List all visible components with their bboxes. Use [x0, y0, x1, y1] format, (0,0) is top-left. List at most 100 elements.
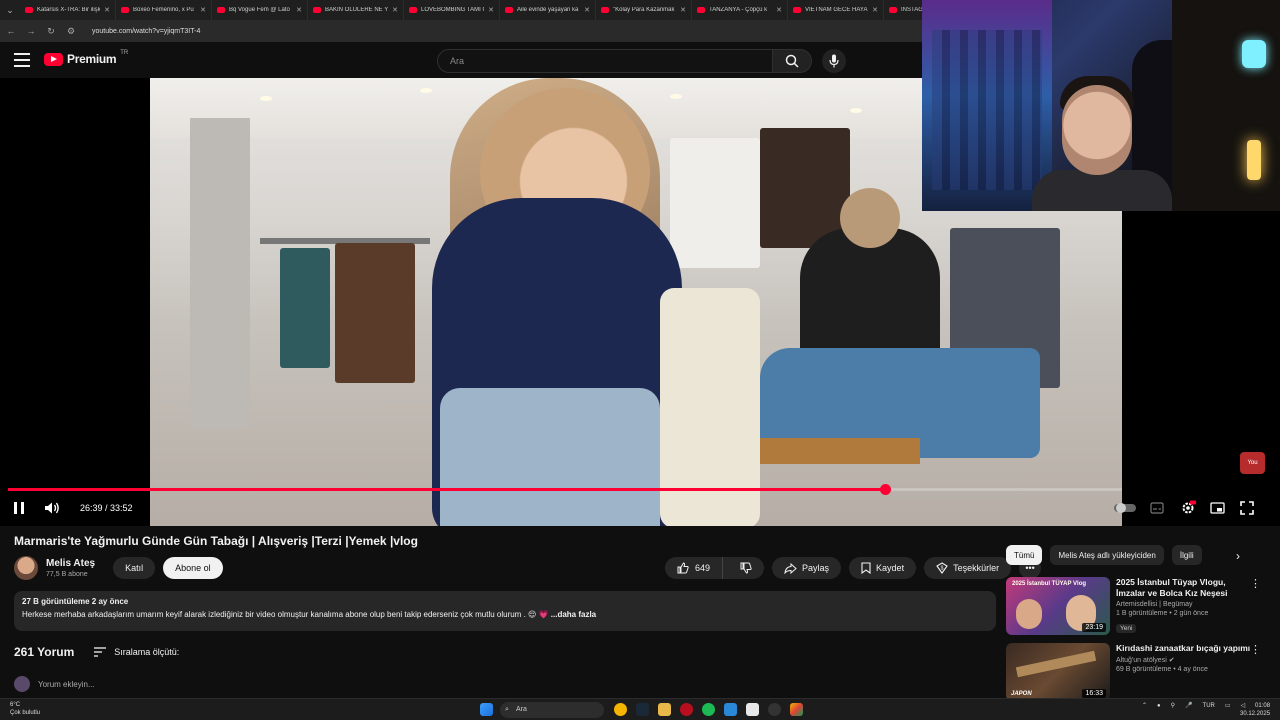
description-box[interactable]: 27 B görüntüleme 2 ay önce Herkese merha… — [14, 591, 996, 631]
subtitles-button[interactable] — [1150, 499, 1164, 517]
pause-button[interactable] — [12, 499, 26, 517]
close-tab-icon[interactable]: ✕ — [680, 6, 686, 14]
language-indicator[interactable]: TUR — [1203, 703, 1215, 709]
user-avatar — [14, 676, 30, 692]
thanks-button[interactable]: $ Teşekkürler — [924, 557, 1012, 579]
close-tab-icon[interactable]: ✕ — [872, 6, 878, 14]
browser-tab[interactable]: Aile evinde yaşayan ka ✕ — [500, 0, 596, 20]
windows-taskbar: 6°C Çok bulutlu ⌕ Ara ⌃ ● ⚲ 🎤 TUR ▭ ◁ 01:… — [0, 698, 1280, 720]
recommended-video[interactable]: 2025 İstanbul TÜYAP Vlog 23:19 2025 İsta… — [1006, 577, 1272, 639]
comments-header: 261 Yorum Sıralama ölçütü: — [14, 645, 179, 659]
description-text: Herkese merhaba arkadaşlarım umarım keyi… — [22, 610, 597, 619]
opera-icon[interactable] — [680, 703, 693, 716]
file-explorer-icon[interactable] — [658, 703, 671, 716]
steam-icon[interactable] — [636, 703, 649, 716]
miniplayer-button[interactable] — [1210, 499, 1225, 517]
search-input[interactable]: Ara — [437, 49, 773, 73]
video-thumbnail[interactable]: 2025 İstanbul TÜYAP Vlog 23:19 — [1006, 577, 1110, 635]
channel-name[interactable]: Melis Ateş — [46, 558, 95, 569]
close-tab-icon[interactable]: ✕ — [104, 6, 110, 14]
browser-tab[interactable]: BAKIN ÖLÜLERE NE Y ✕ — [308, 0, 404, 20]
browser-tab[interactable]: "Kolay Para Kazanmak ✕ — [596, 0, 692, 20]
network-icon[interactable]: ▭ — [1225, 702, 1231, 709]
channel-avatar[interactable] — [14, 556, 38, 580]
recommended-video[interactable]: JAPON 16:33 Kirıdashi zanaatkar bıçağı y… — [1006, 643, 1272, 705]
tab-search-icon[interactable]: ⌄ — [0, 0, 20, 20]
close-tab-icon[interactable]: ✕ — [488, 6, 494, 14]
browser-tab[interactable]: Boxeo Femenino, x Pu ✕ — [116, 0, 212, 20]
tray-app-icon[interactable]: 🎤 — [1185, 702, 1192, 709]
chrome-icon[interactable] — [614, 703, 627, 716]
subtitles-icon — [1150, 502, 1164, 514]
chevron-right-icon[interactable]: › — [1236, 549, 1240, 563]
url-field[interactable]: youtube.com/watch?v=yjiqmT3IT-4 — [92, 28, 200, 35]
start-icon[interactable] — [480, 703, 493, 716]
share-button[interactable]: Paylaş — [772, 557, 842, 579]
taskbar-search[interactable]: ⌕ Ara — [500, 702, 604, 718]
recommended-title[interactable]: Kirıdashi zanaatkar bıçağı yapımı — [1116, 643, 1256, 654]
close-tab-icon[interactable]: ✕ — [392, 6, 398, 14]
back-icon[interactable]: ← — [6, 26, 16, 36]
autoplay-toggle[interactable] — [1113, 499, 1137, 517]
dislike-button[interactable] — [728, 557, 764, 579]
save-button[interactable]: Kaydet — [849, 557, 917, 579]
join-button[interactable]: Katıl — [113, 557, 156, 579]
search-icon — [785, 54, 799, 68]
show-more-link[interactable]: ...daha fazla — [551, 610, 596, 619]
site-settings-icon[interactable]: ⚙ — [66, 26, 76, 37]
subscribe-button[interactable]: Abone ol — [163, 557, 223, 579]
view-count-date: 27 B görüntüleme 2 ay önce — [22, 597, 129, 606]
settings-button[interactable] — [1180, 499, 1196, 517]
like-button[interactable]: 649 — [665, 557, 724, 579]
browser-tab[interactable]: VİETNAM GECE HAYAT ✕ — [788, 0, 884, 20]
youtube-favicon-icon — [313, 7, 321, 13]
youtube-favicon-icon — [601, 7, 609, 13]
volume-icon — [45, 502, 59, 514]
add-comment-input[interactable]: Yorum ekleyin... — [38, 680, 95, 689]
fullscreen-icon — [1240, 501, 1254, 515]
sort-button[interactable]: Sıralama ölçütü: — [94, 647, 179, 657]
recommended-meta: 1 B görüntüleme • 2 gün önce — [1116, 610, 1209, 617]
browser-tab[interactable]: Bq Vogue Fem @ Lato ✕ — [212, 0, 308, 20]
volume-button[interactable] — [44, 499, 60, 517]
close-tab-icon[interactable]: ✕ — [776, 6, 782, 14]
close-tab-icon[interactable]: ✕ — [200, 6, 206, 14]
chip-related[interactable]: İlgili — [1171, 545, 1202, 565]
voice-search-button[interactable] — [822, 49, 846, 73]
svg-text:$: $ — [941, 566, 944, 572]
channel-watermark[interactable]: You — [1240, 452, 1265, 474]
chrome-icon[interactable] — [790, 703, 803, 716]
video-thumbnail[interactable]: JAPON 16:33 — [1006, 643, 1110, 701]
more-vertical-icon[interactable]: ⋮ — [1250, 577, 1261, 590]
chip-from-uploader[interactable]: Melis Ateş adlı yükleyiciden — [1050, 545, 1164, 565]
add-comment-row: Yorum ekleyin... — [14, 676, 95, 692]
fullscreen-button[interactable] — [1240, 499, 1254, 517]
close-tab-icon[interactable]: ✕ — [296, 6, 302, 14]
tray-app-icon[interactable]: ● — [1157, 703, 1161, 709]
system-clock[interactable]: 01:08 30.12.2025 — [1240, 702, 1270, 718]
tray-app-icon[interactable]: ⚲ — [1171, 702, 1175, 709]
browser-tab[interactable]: TANZANYA - Çöpçü k ✕ — [692, 0, 788, 20]
chip-all[interactable]: Tümü — [1006, 545, 1043, 565]
browser-tab[interactable]: LOVEBOMBİNG TAMI C ✕ — [404, 0, 500, 20]
menu-icon[interactable] — [14, 53, 30, 67]
obs-icon[interactable] — [768, 703, 781, 716]
recommended-channel[interactable]: Artemisdellisi | Begümay — [1116, 601, 1256, 608]
forward-icon[interactable]: → — [26, 26, 36, 36]
app-icon[interactable] — [724, 703, 737, 716]
reload-icon[interactable]: ↻ — [46, 26, 56, 37]
weather-widget[interactable]: 6°C Çok bulutlu — [10, 701, 40, 717]
more-vertical-icon[interactable]: ⋮ — [1250, 643, 1261, 656]
app-icon[interactable] — [746, 703, 759, 716]
like-dislike-group: 649 — [665, 557, 765, 579]
spotify-icon[interactable] — [702, 703, 715, 716]
chevron-up-icon[interactable]: ⌃ — [1142, 702, 1147, 709]
search-button[interactable] — [772, 49, 812, 73]
progress-bar[interactable] — [8, 484, 1122, 495]
recommended-channel[interactable]: Altuğ'un atölyesi ✔ — [1116, 656, 1256, 664]
progress-scrubber[interactable] — [879, 484, 891, 495]
youtube-logo[interactable]: Premium TR — [44, 50, 128, 66]
close-tab-icon[interactable]: ✕ — [584, 6, 590, 14]
browser-tab[interactable]: Katarsis X-TRA: Bir ilişk ✕ — [20, 0, 116, 20]
recommended-title[interactable]: 2025 İstanbul Tüyap Vlogu, İmzalar ve Bo… — [1116, 577, 1256, 599]
